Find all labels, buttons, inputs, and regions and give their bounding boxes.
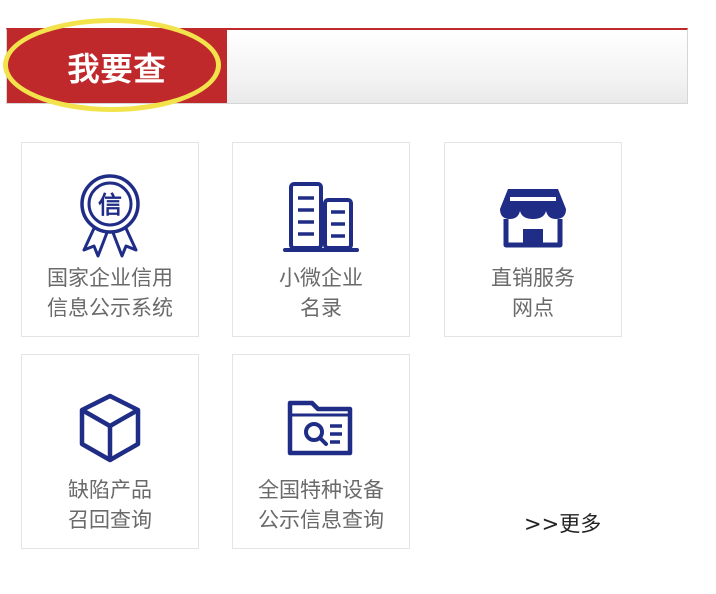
svg-text:信: 信 [98, 191, 122, 219]
box-cube-icon [65, 383, 155, 473]
certificate-badge-icon: 信 [65, 171, 155, 261]
tile-small-micro-enterprise-list[interactable]: 小微企业 名录 [232, 142, 410, 337]
section-header: 我要查 [6, 28, 688, 104]
tile-label: 小微企业 名录 [279, 266, 363, 320]
buildings-icon [276, 171, 366, 261]
tile-enterprise-credit-system[interactable]: 信 国家企业信用 信息公示系统 [21, 142, 199, 337]
folder-search-icon [276, 383, 366, 473]
tile-label: 直销服务 网点 [491, 266, 575, 320]
tile-direct-sales-outlets[interactable]: 直销服务 网点 [444, 142, 622, 337]
section-title: 我要查 [67, 49, 167, 88]
tile-label: 全国特种设备 公示信息查询 [258, 478, 384, 532]
tile-special-equipment-query[interactable]: 全国特种设备 公示信息查询 [232, 354, 410, 549]
more-link[interactable]: >>更多 [524, 508, 601, 538]
tile-label: 国家企业信用 信息公示系统 [47, 266, 173, 320]
tile-defective-product-recall[interactable]: 缺陷产品 召回查询 [21, 354, 199, 549]
page: 我要查 信 国家企业信用 信息公示系统 小微企业 名录 直销服务 网点 缺陷产品… [0, 0, 716, 594]
tile-label: 缺陷产品 召回查询 [68, 478, 152, 532]
storefront-icon [488, 171, 578, 261]
